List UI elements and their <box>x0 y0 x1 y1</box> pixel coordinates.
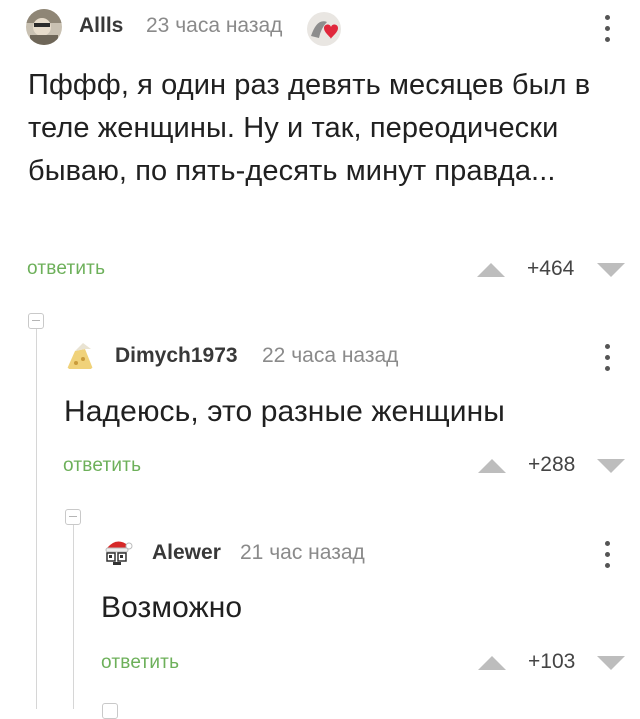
downvote-arrow-icon[interactable] <box>596 262 626 278</box>
avatar[interactable] <box>63 339 97 373</box>
comment-text: Возможно <box>101 591 243 624</box>
user-badge <box>307 12 341 46</box>
comment-rating: +288 <box>528 453 576 476</box>
upvote-arrow-icon[interactable] <box>477 655 507 671</box>
downvote-arrow-icon[interactable] <box>596 655 626 671</box>
avatar[interactable] <box>26 9 62 45</box>
thread-line-level-1 <box>36 322 37 709</box>
collapse-thread-button[interactable] <box>102 703 118 719</box>
heart-badge-icon <box>307 12 341 46</box>
comment-author[interactable]: Allls <box>79 14 123 38</box>
reply-button[interactable]: ответить <box>101 652 179 674</box>
comment-text: Надеюсь, это разные женщины <box>64 395 505 428</box>
more-vertical-icon <box>604 15 612 42</box>
thread-line-level-2 <box>73 522 74 709</box>
comment-time: 23 часа назад <box>146 14 283 37</box>
avatar-icon <box>101 534 135 568</box>
collapse-thread-button[interactable] <box>65 509 81 525</box>
comment-author[interactable]: Alewer <box>152 541 221 565</box>
comment-rating: +103 <box>528 650 576 673</box>
reply-button[interactable]: ответить <box>63 455 141 477</box>
downvote-arrow-icon[interactable] <box>596 458 626 474</box>
reply-button[interactable]: ответить <box>27 258 105 280</box>
collapse-thread-icon <box>69 516 77 517</box>
comment-menu-button[interactable] <box>604 541 612 574</box>
comment-menu-button[interactable] <box>604 15 612 48</box>
upvote-arrow-icon[interactable] <box>476 262 506 278</box>
avatar-icon <box>63 339 97 373</box>
comment-author[interactable]: Dimych1973 <box>115 344 238 368</box>
comment-menu-button[interactable] <box>604 344 612 377</box>
comment-time: 22 часа назад <box>262 344 399 367</box>
comment-text: Пффф, я один раз девять месяцев был в те… <box>28 69 591 187</box>
collapse-thread-icon <box>32 320 40 321</box>
collapse-thread-button[interactable] <box>28 313 44 329</box>
avatar[interactable] <box>101 534 135 568</box>
comment-rating: +464 <box>527 257 575 280</box>
more-vertical-icon <box>604 344 612 371</box>
upvote-arrow-icon[interactable] <box>477 458 507 474</box>
more-vertical-icon <box>604 541 612 568</box>
comment-time: 21 час назад <box>240 541 365 564</box>
avatar-icon <box>26 9 62 45</box>
